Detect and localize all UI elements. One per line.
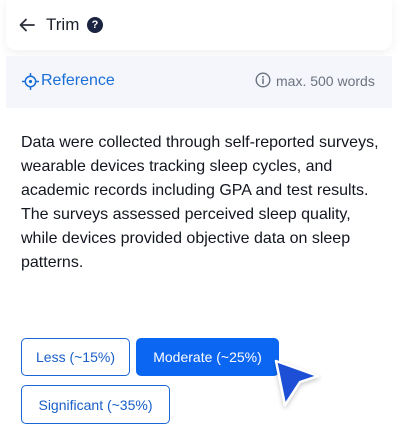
content-paragraph: Data were collected through self-reporte… [21, 134, 379, 271]
moderate-option-button[interactable]: Moderate (~25%) [136, 338, 279, 376]
significant-option-button[interactable]: Significant (~35%) [21, 385, 170, 424]
header-bar: Trim ? [6, 0, 392, 50]
arrow-left-icon[interactable] [18, 16, 36, 34]
page-title: Trim [46, 15, 80, 34]
reference-bar: Reference max. 500 words [6, 56, 392, 108]
info-circle-icon [255, 72, 271, 88]
question-circle-icon[interactable]: ? [87, 17, 103, 33]
target-icon [22, 73, 39, 90]
word-limit-text: max. 500 words [276, 73, 375, 89]
reference-label[interactable]: Reference [41, 72, 115, 90]
less-option-button[interactable]: Less (~15%) [21, 338, 130, 376]
trim-panel: Trim ? Reference max. 500 words Data wer… [0, 0, 400, 439]
pointer-cursor-icon [274, 359, 320, 407]
